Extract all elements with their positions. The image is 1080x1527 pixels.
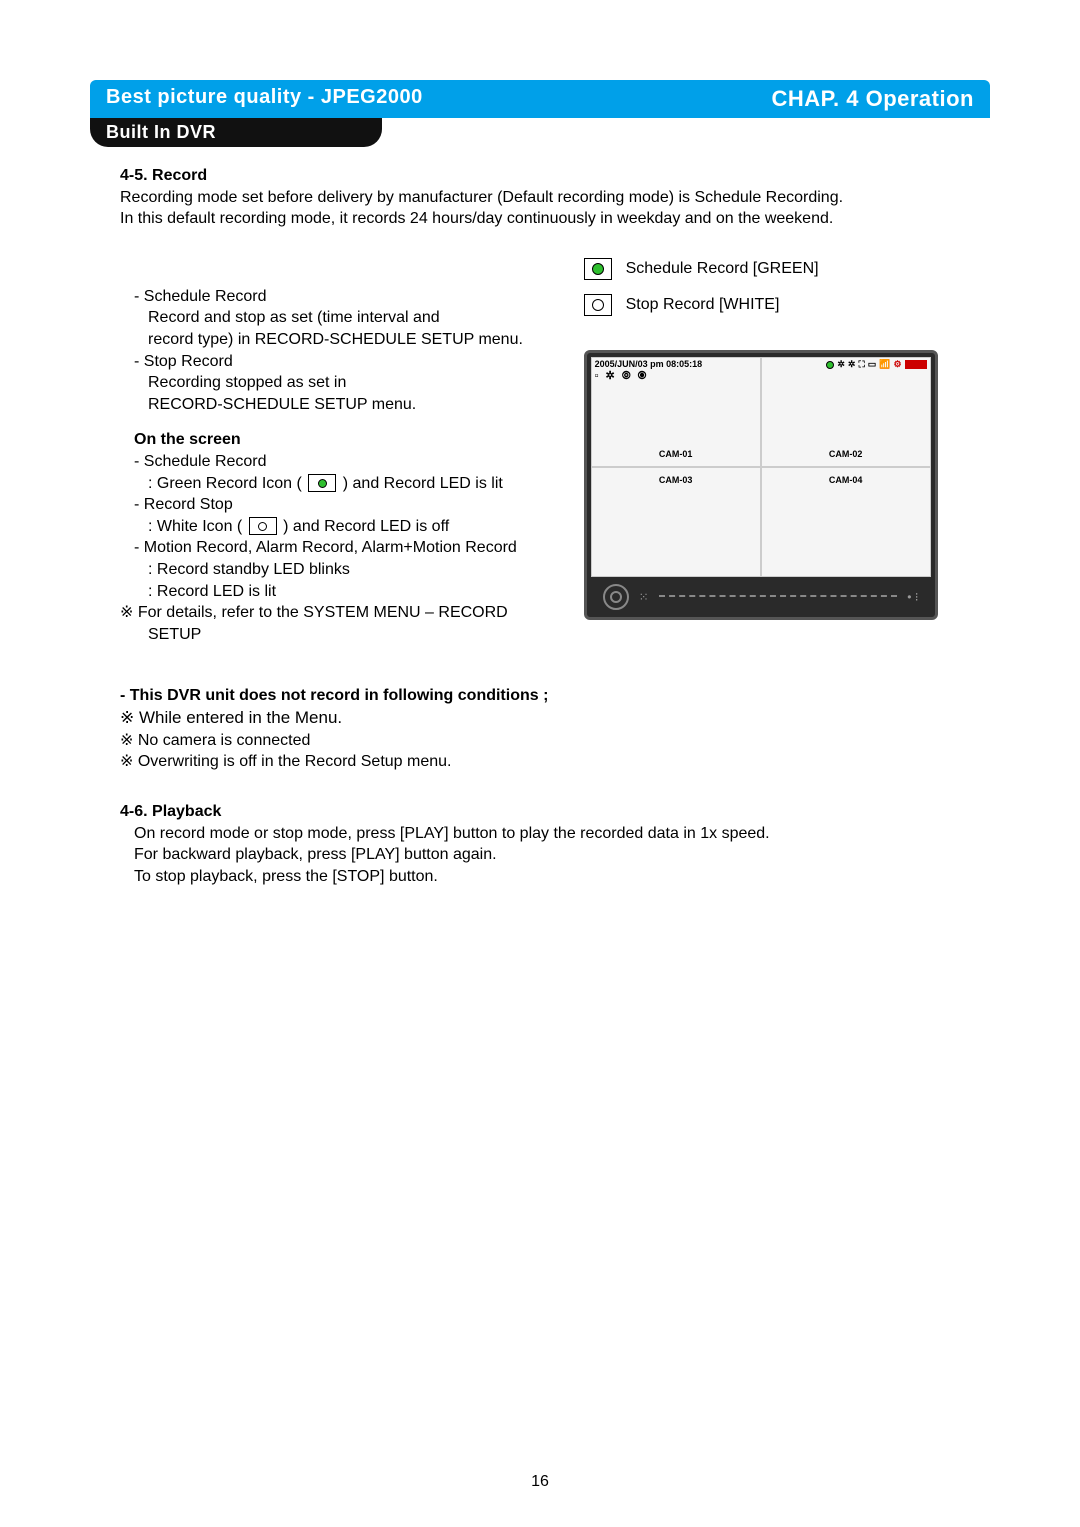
- section-record-title: 4-5. Record: [120, 165, 960, 187]
- schedule-record-desc1: Record and stop as set (time interval an…: [120, 307, 574, 329]
- column-right: Schedule Record [GREEN] Stop Record [WHI…: [584, 258, 960, 620]
- status-record-icon: [826, 361, 834, 369]
- record-footnote: ※ For details, refer to the SYSTEM MENU …: [120, 602, 574, 624]
- record-intro-2: In this default recording mode, it recor…: [120, 208, 960, 230]
- dvr-top-left: 2005/JUN/03 pm 08:05:18 ▫ ✲ ⦾ ⦿: [595, 360, 703, 382]
- conditions-3: ※ Overwriting is off in the Record Setup…: [120, 751, 960, 773]
- dvr-timestamp: 2005/JUN/03 pm 08:05:18: [595, 360, 703, 370]
- page-number: 16: [0, 1473, 1080, 1491]
- on-screen-line3: - Motion Record, Alarm Record, Alarm+Mot…: [120, 537, 574, 559]
- header-left: Best picture quality - JPEG2000: [90, 80, 662, 118]
- on-screen-line1b-post: ) and Record LED is lit: [343, 475, 503, 492]
- record-footnote-b: SETUP: [120, 624, 574, 646]
- conditions-block: - This DVR unit does not record in follo…: [120, 685, 960, 773]
- dvr-cell-cam4: CAM-04: [761, 467, 931, 577]
- stop-record-desc2: RECORD-SCHEDULE SETUP menu.: [120, 394, 574, 416]
- record-intro-1: Recording mode set before delivery by ma…: [120, 187, 960, 209]
- playback-line2: For backward playback, press [PLAY] butt…: [120, 844, 960, 866]
- content-body: 4-5. Record Recording mode set before de…: [90, 147, 990, 887]
- playback-line3: To stop playback, press the [STOP] butto…: [120, 866, 960, 888]
- conditions-1: ※ While entered in the Menu.: [120, 707, 960, 730]
- panel-dots-icon: ⁙: [639, 589, 649, 605]
- dvr-bottom-icons: ▫ ✲ ⦾ ⦿: [595, 370, 703, 382]
- legend-white-row: Stop Record [WHITE]: [584, 294, 960, 316]
- on-screen-line1b-pre: : Green Record Icon (: [148, 475, 302, 492]
- on-screen-title: On the screen: [120, 429, 574, 451]
- status-icon: ⛶: [858, 360, 864, 370]
- legend-green-row: Schedule Record [GREEN]: [584, 258, 960, 280]
- on-screen-line2b: : White Icon ( ) and Record LED is off: [120, 516, 574, 538]
- section-playback-title: 4-6. Playback: [120, 801, 960, 823]
- panel-led-icon: • ⁝: [907, 589, 918, 605]
- dvr-screen: 2005/JUN/03 pm 08:05:18 ▫ ✲ ⦾ ⦿ ✲ ✲ ⛶ ▭ …: [591, 357, 931, 577]
- conditions-title: - This DVR unit does not record in follo…: [120, 685, 960, 707]
- status-signal-icon: 📶: [879, 360, 890, 370]
- schedule-record-label: - Schedule Record: [120, 286, 574, 308]
- legend-green-label: Schedule Record [GREEN]: [626, 258, 819, 280]
- white-dot-icon: [258, 522, 267, 531]
- header-right: CHAP. 4 Operation: [662, 80, 990, 118]
- on-screen-line2b-post: ) and Record LED is off: [283, 518, 449, 535]
- stop-record-desc1: Recording stopped as set in: [120, 372, 574, 394]
- green-dot-icon: [318, 479, 327, 488]
- schedule-record-desc2: record type) in RECORD-SCHEDULE SETUP me…: [120, 329, 574, 351]
- dvr-device-illustration: 2005/JUN/03 pm 08:05:18 ▫ ✲ ⦾ ⦿ ✲ ✲ ⛶ ▭ …: [584, 350, 938, 620]
- playback-line1: On record mode or stop mode, press [PLAY…: [120, 823, 960, 845]
- legend-white-swatch: [584, 294, 612, 316]
- status-icon: ✲: [848, 360, 856, 370]
- dvr-front-panel: ⁙ • ⁝: [591, 577, 931, 617]
- record-white-icon: [249, 517, 277, 535]
- legend-green-swatch: [584, 258, 612, 280]
- stop-record-label: - Stop Record: [120, 351, 574, 373]
- white-dot-icon: [592, 299, 604, 311]
- status-icon: ✲: [837, 360, 845, 370]
- two-column-area: - Schedule Record Record and stop as set…: [120, 258, 960, 646]
- on-screen-line3b: : Record LED is lit: [120, 581, 574, 603]
- jog-dial-icon: [603, 584, 629, 610]
- conditions-2: ※ No camera is connected: [120, 730, 960, 752]
- on-screen-line2: - Record Stop: [120, 494, 574, 516]
- on-screen-line2b-pre: : White Icon (: [148, 518, 242, 535]
- on-screen-line1: - Schedule Record: [120, 451, 574, 473]
- on-screen-line1b: : Green Record Icon ( ) and Record LED i…: [120, 473, 574, 495]
- green-dot-icon: [592, 263, 604, 275]
- dvr-cell-cam3: CAM-03: [591, 467, 761, 577]
- panel-buttons-icon: [659, 595, 898, 598]
- status-red-bar: [905, 360, 927, 369]
- on-screen-line3a: : Record standby LED blinks: [120, 559, 574, 581]
- playback-block: 4-6. Playback On record mode or stop mod…: [120, 801, 960, 887]
- page-header: Best picture quality - JPEG2000 CHAP. 4 …: [90, 80, 990, 118]
- page: Best picture quality - JPEG2000 CHAP. 4 …: [0, 0, 1080, 1527]
- status-alert-icon: ⚙: [894, 360, 902, 370]
- dvr-status-icons: ✲ ✲ ⛶ ▭ 📶 ⚙: [826, 360, 926, 370]
- sub-header: Built In DVR: [90, 118, 382, 147]
- status-icon: ▭: [868, 360, 877, 370]
- column-left: - Schedule Record Record and stop as set…: [120, 258, 584, 646]
- dvr-topbar: 2005/JUN/03 pm 08:05:18 ▫ ✲ ⦾ ⦿ ✲ ✲ ⛶ ▭ …: [591, 357, 931, 393]
- record-green-icon: [308, 474, 336, 492]
- legend-white-label: Stop Record [WHITE]: [626, 294, 780, 316]
